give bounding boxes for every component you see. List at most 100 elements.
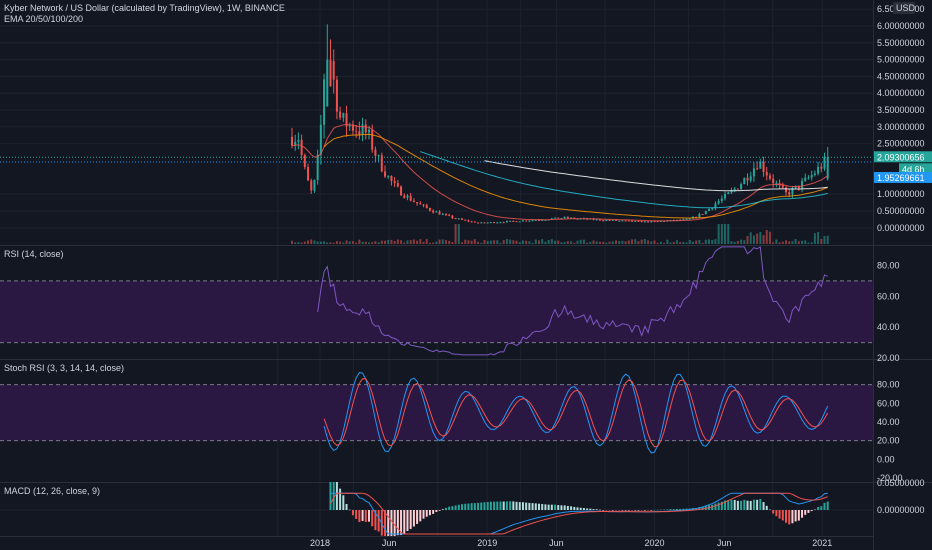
candle-body [531,220,534,222]
volume-bar [323,241,326,244]
volume-bar [483,240,486,244]
volume-bar [348,241,351,244]
candle-body [316,154,319,181]
candle-body [765,172,768,176]
macd-histogram-bar [772,510,775,514]
volume-bar [291,240,293,244]
macd-histogram-bar [351,510,354,516]
candle-body [326,59,329,107]
macd-histogram-bar [557,505,560,510]
macd-histogram-bar [592,509,595,510]
candle-body [454,218,457,220]
candle-body [371,129,374,150]
macd-histogram-bar [544,504,547,510]
volume-bar [428,242,431,244]
macd-histogram-bar [416,510,419,524]
macd-histogram-bar [396,510,399,536]
macd-histogram-bar [586,508,589,510]
volume-bar [608,241,611,244]
candle-body [627,220,630,222]
macd-histogram-bar [823,502,826,510]
rsi-pane-title[interactable]: RSI (14, close) [4,249,64,259]
volume-bar [451,242,454,244]
macd-histogram-bar [493,501,496,510]
volume-bar [804,240,807,244]
macd-histogram-bar [412,510,415,527]
macd-histogram-bar [496,501,499,510]
macd-histogram-bar [505,501,508,510]
volume-bar [663,242,666,244]
candle-body [367,129,370,133]
price-axis-tick-label: 2.50000000 [877,139,925,149]
price-axis-tick-label: 6.00000000 [877,21,925,31]
macd-histogram-bar [756,499,759,510]
candle-body [749,176,752,181]
volume-bar [457,224,460,244]
volume-bar [736,240,739,244]
volume-bar [791,241,794,244]
volume-bar [720,224,723,244]
candle-body [768,175,771,179]
volume-bar [464,239,467,244]
macd-histogram-bar [428,510,431,516]
macd-histogram-bar [528,502,531,510]
volume-bar [541,239,544,244]
volume-bar [650,241,653,244]
candle-body [788,192,791,195]
candle-body [435,211,438,213]
chart-canvas[interactable]: 6.500000006.000000005.500000005.00000000… [0,0,932,550]
volume-bar [550,239,553,244]
candle-body [297,139,300,142]
macd-histogram-bar [634,510,637,511]
macd-axis-tick-label: 0.00000000 [877,505,925,515]
volume-bar [752,235,755,244]
macd-histogram-bar [807,510,810,513]
volume-bar [813,233,816,244]
candle-body [464,219,467,221]
currency-label: USD [896,3,916,13]
time-axis-tick-label: 2018 [310,538,330,548]
macd-histogram-bar [810,510,813,512]
volume-bar [358,239,361,244]
macd-histogram-bar [826,501,829,510]
macd-histogram-bar [746,500,749,510]
current-price-label: 2.09300656 [877,152,925,162]
volume-bar [384,240,387,244]
stoch-pane-title[interactable]: Stoch RSI (3, 3, 14, 14, close) [4,363,124,373]
macd-histogram-bar [489,501,492,510]
volume-bar [438,239,441,244]
ema-indicator-label[interactable]: EMA 20/50/100/200 [4,14,285,25]
candle-body [480,222,483,224]
macd-histogram-bar [618,510,621,511]
price-axis-tick-label: 0.00000000 [877,223,925,233]
chart-background [0,0,932,550]
macd-histogram-bar [521,502,524,510]
macd-histogram-bar [749,500,752,510]
candle-body [608,219,611,221]
candle-body [489,222,492,224]
volume-bar [566,241,569,244]
volume-bar [785,240,788,244]
volume-bar [598,241,601,244]
candle-body [698,213,701,218]
volume-bar [714,239,717,244]
volume-bar [669,242,672,244]
symbol-title[interactable]: Kyber Network / US Dollar (calculated by… [4,3,285,14]
volume-bar [406,240,409,244]
volume-bar [412,239,415,244]
candle-body [384,171,387,177]
macd-histogram-bar [663,509,666,511]
macd-histogram-bar [640,510,643,511]
volume-bar [589,241,592,244]
volume-bar [499,242,502,244]
macd-histogram-bar [422,510,425,519]
macd-pane-title[interactable]: MACD (12, 26, close, 9) [4,486,100,496]
candle-body [826,157,829,179]
candle-body [595,219,598,221]
time-axis-tick-label: 2021 [812,538,832,548]
macd-histogram-bar [419,510,422,522]
macd-histogram-bar [473,503,476,510]
volume-bar [307,240,310,244]
price-axis-tick-label: 4.00000000 [877,88,925,98]
macd-histogram-bar [631,510,634,511]
